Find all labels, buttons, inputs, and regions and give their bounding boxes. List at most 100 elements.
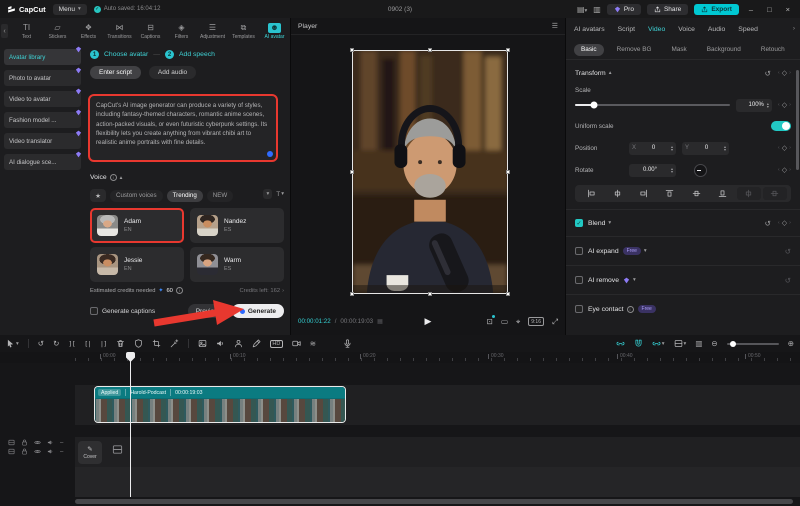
credits-left[interactable]: Credits left: 162› — [239, 288, 284, 294]
properties-tab[interactable]: Video — [648, 26, 665, 33]
eye-icon[interactable] — [34, 439, 41, 446]
reset-icon[interactable]: ↺ — [765, 69, 771, 78]
resize-handle[interactable] — [428, 48, 432, 52]
expand-ai-remove-icon[interactable]: ▾ — [633, 277, 636, 283]
reset-icon[interactable]: ↺ — [765, 219, 771, 228]
close-button[interactable]: × — [782, 5, 794, 14]
playhead-line[interactable] — [130, 352, 131, 497]
media-tab[interactable]: ⊟ Captions — [136, 23, 165, 40]
lock-icon[interactable] — [21, 448, 28, 455]
media-tab[interactable]: ☰ Adjustment — [198, 23, 227, 40]
layout-switch-icon[interactable]: ▤▾ — [577, 5, 587, 14]
voice-tab[interactable]: NEW — [207, 190, 233, 202]
scale-slider-thumb[interactable] — [590, 102, 597, 109]
freeze-button[interactable] — [134, 339, 143, 349]
ai-remove-checkbox[interactable] — [575, 276, 583, 284]
voice-card-nandez[interactable]: NandezES — [190, 208, 284, 243]
undo-button[interactable]: ↺ — [38, 339, 44, 348]
properties-tab[interactable]: Script — [618, 26, 635, 33]
speaker-icon[interactable] — [47, 448, 54, 455]
scale-keyframe[interactable]: ‹◇› — [778, 101, 791, 109]
transform-section-label[interactable]: Transform — [575, 70, 606, 77]
blend-keyframe[interactable]: ‹◇› — [778, 219, 791, 227]
lock-icon[interactable] — [21, 439, 28, 446]
hd-button[interactable]: HD — [270, 340, 283, 348]
nav-item[interactable]: AI dialogue sce... — [4, 154, 81, 170]
player-menu-icon[interactable]: ☰ — [552, 22, 558, 30]
redo-button[interactable]: ↻ — [53, 339, 59, 348]
full-preview-icon[interactable]: ▭ — [501, 317, 508, 326]
media-tab[interactable]: ◈ Filters — [167, 23, 196, 40]
video-subtab[interactable]: Retouch — [754, 44, 792, 56]
select-tool-button[interactable]: ▾ — [6, 339, 19, 348]
resize-handle[interactable] — [506, 170, 510, 174]
generate-captions-option[interactable]: Generate captions — [90, 307, 155, 315]
split-button[interactable]: ][ — [68, 340, 75, 348]
media-track-icon[interactable] — [112, 444, 123, 455]
pro-button[interactable]: Pro — [607, 4, 641, 15]
eye-contact-checkbox[interactable] — [575, 305, 583, 313]
zoom-slider-thumb[interactable] — [730, 341, 736, 347]
expand-blend-icon[interactable]: ▾ — [608, 220, 611, 226]
timeline-zoom-slider[interactable] — [727, 343, 779, 345]
align-center-vertical-icon[interactable] — [605, 189, 629, 198]
scale-slider[interactable] — [575, 104, 730, 106]
timeline-scrollbar[interactable] — [75, 499, 793, 504]
menu-button[interactable]: Menu▾ — [53, 4, 87, 15]
nav-item[interactable]: Video translator — [4, 133, 81, 149]
smart-edit-button[interactable] — [170, 339, 179, 349]
voice-card-warm[interactable]: WarmES — [190, 247, 284, 282]
voice-card-jessie[interactable]: JessieEN — [90, 247, 184, 282]
properties-tab[interactable]: Speed — [738, 26, 758, 33]
properties-tab[interactable]: Audio — [708, 26, 725, 33]
link-clips-button[interactable] — [616, 339, 625, 349]
eye-icon[interactable] — [34, 448, 41, 455]
align-bottom-icon[interactable] — [710, 189, 734, 198]
keyframe-control[interactable]: ‹◇› — [778, 69, 791, 77]
preview-button[interactable]: Preview — [188, 304, 227, 318]
voice-tab[interactable]: Trending — [167, 190, 203, 202]
crop-button[interactable] — [152, 339, 161, 349]
properties-tab[interactable]: AI avatars — [574, 26, 605, 33]
position-keyframe[interactable]: ‹◇› — [778, 144, 791, 152]
align-left-icon[interactable] — [579, 189, 603, 198]
media-tab[interactable]: ⧉ Templates — [229, 23, 258, 40]
frame-view-icon[interactable]: ▦ — [377, 318, 382, 325]
align-right-icon[interactable] — [632, 189, 656, 198]
export-button[interactable]: Export — [694, 4, 739, 15]
media-tab[interactable]: ❖ Effects — [74, 23, 103, 40]
resize-handle[interactable] — [506, 292, 510, 296]
resize-handle[interactable] — [350, 292, 354, 296]
maximize-button[interactable]: □ — [763, 5, 776, 14]
audio-button[interactable] — [216, 339, 225, 349]
media-tab[interactable]: ▱ Stickers — [43, 23, 72, 40]
more-tabs-button[interactable]: › — [793, 25, 795, 32]
rotate-keyframe[interactable]: ‹◇› — [778, 166, 791, 174]
script-textarea[interactable]: CapCut's AI image generator can produce … — [88, 94, 278, 162]
blend-checkbox[interactable]: ✓ — [575, 219, 583, 227]
add-audio-button[interactable]: Add audio — [149, 66, 196, 79]
info-icon[interactable]: i — [110, 174, 117, 181]
favorites-tab[interactable]: ★ — [90, 189, 106, 202]
fullscreen-icon[interactable]: ⤢ — [552, 317, 558, 327]
preview-quality-icon[interactable]: ⊡ — [487, 317, 493, 326]
expand-ai-expand-icon[interactable]: ▾ — [644, 248, 647, 254]
video-subtab[interactable]: Basic — [574, 44, 604, 56]
voice-card-adam[interactable]: AdamEN — [90, 208, 184, 243]
media-thumbnail-button[interactable] — [198, 339, 207, 349]
resize-handle[interactable] — [506, 48, 510, 52]
video-subtab[interactable]: Background — [700, 44, 748, 56]
info-icon[interactable]: i — [176, 287, 183, 294]
aspect-ratio-button[interactable]: 9:16 — [528, 317, 544, 326]
panel-layout-icon[interactable]: ▥ — [593, 5, 601, 14]
generate-captions-checkbox[interactable] — [90, 307, 98, 315]
media-tab[interactable]: ☻ AI avatar — [260, 23, 289, 40]
info-icon[interactable]: i — [627, 306, 634, 313]
waveform-button[interactable]: ≋ — [310, 339, 316, 348]
scale-value-input[interactable]: 100% ▴▾ — [736, 99, 772, 112]
rotate-dial[interactable] — [694, 164, 707, 177]
ai-expand-checkbox[interactable] — [575, 247, 583, 255]
collapse-track-icon[interactable]: – — [60, 449, 63, 455]
timeline-ruler[interactable]: 00:00 00:10 00:20 00:30 00:40 — [0, 352, 800, 363]
zoom-out-button[interactable]: ⊖ — [711, 339, 717, 348]
